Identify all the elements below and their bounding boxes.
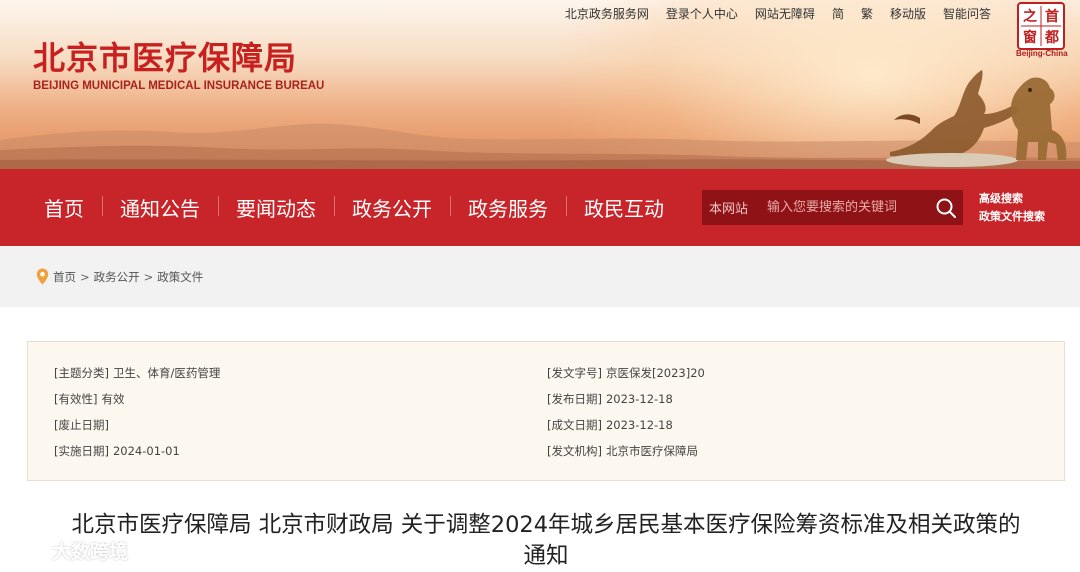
location-pin-icon <box>36 268 49 285</box>
meta-validity: [有效性] 有效 <box>54 391 124 407</box>
top-link-smart-qa[interactable]: 智能问答 <box>943 5 991 22</box>
meta-value: 卫生、体育/医药管理 <box>112 366 221 380</box>
svg-text:首: 首 <box>1045 8 1059 25</box>
advanced-search-links: 高级搜索 政策文件搜索 <box>979 190 1045 226</box>
nav-item-news[interactable]: 要闻动态 <box>218 193 334 222</box>
watermark-text: 大数跨境 <box>52 541 129 563</box>
breadcrumb-bar: 首页 > 政务公开 > 政策文件 <box>0 246 1080 307</box>
document-title: 北京市医疗保障局 北京市财政局 关于调整2024年城乡居民基本医疗保险筹资标准及… <box>27 510 1065 572</box>
meta-label: [发文机构] <box>547 444 602 458</box>
meta-value: 有效 <box>101 392 125 406</box>
breadcrumb: 首页 > 政务公开 > 政策文件 <box>36 268 203 285</box>
meta-label: [成文日期] <box>547 418 602 432</box>
meta-label: [主题分类] <box>54 366 109 380</box>
top-links: 北京政务服务网 登录个人中心 网站无障碍 简 繁 移动版 智能问答 <box>565 5 991 22</box>
breadcrumb-policy-docs[interactable]: 政策文件 <box>157 269 203 285</box>
meta-value: 2023-12-18 <box>605 392 673 406</box>
search-scope-select[interactable]: 本网站 <box>702 198 767 217</box>
meta-label: [废止日期] <box>54 418 109 432</box>
meta-issuer: [发文机构] 北京市医疗保障局 <box>547 443 698 459</box>
nav-item-notices[interactable]: 通知公告 <box>102 193 218 222</box>
document-title-line1: 北京市医疗保障局 北京市财政局 关于调整2024年城乡居民基本医疗保险筹资标准及… <box>71 512 1021 538</box>
site-logo-english: BEIJING MUNICIPAL MEDICAL INSURANCE BURE… <box>33 80 325 92</box>
nav-menu: 首页 通知公告 要闻动态 政务公开 政务服务 政民互动 <box>26 169 682 246</box>
site-search: 本网站 <box>702 190 963 225</box>
top-link-mobile[interactable]: 移动版 <box>890 5 926 22</box>
meta-publish-date: [发布日期] 2023-12-18 <box>547 391 673 407</box>
document-metadata: [主题分类] 卫生、体育/医药管理 [有效性] 有效 [废止日期] [实施日期] 20… <box>27 341 1065 481</box>
svg-text:窗: 窗 <box>1023 29 1037 46</box>
nav-item-gov-affairs[interactable]: 政务公开 <box>334 193 450 222</box>
meta-abolish-date: [废止日期] <box>54 417 113 433</box>
nav-item-interaction[interactable]: 政民互动 <box>566 193 682 222</box>
top-link-gov-service[interactable]: 北京政务服务网 <box>565 5 649 22</box>
svg-text:都: 都 <box>1044 30 1059 46</box>
breadcrumb-gov-affairs[interactable]: 政务公开 <box>94 269 140 285</box>
capital-window-seal-icon[interactable]: 首 都 之 窗 <box>1017 2 1065 52</box>
site-logo[interactable]: 北京市医疗保障局 <box>33 33 297 79</box>
top-link-simplified[interactable]: 简 <box>832 5 844 22</box>
meta-label: [发文字号] <box>547 366 602 380</box>
search-icon[interactable] <box>935 197 957 219</box>
meta-topic: [主题分类] 卫生、体育/医药管理 <box>54 365 220 381</box>
top-link-traditional[interactable]: 繁 <box>861 5 873 22</box>
meta-value: 北京市医疗保障局 <box>605 444 698 458</box>
header-banner: 北京市医疗保障局 BEIJING MUNICIPAL MEDICAL INSUR… <box>0 0 1080 169</box>
nav-item-home[interactable]: 首页 <box>26 193 102 222</box>
bronze-statues-icon <box>886 70 1067 167</box>
nav-item-gov-services[interactable]: 政务服务 <box>450 193 566 222</box>
document-title-line2: 通知 <box>523 543 569 569</box>
top-link-accessibility[interactable]: 网站无障碍 <box>755 5 815 22</box>
breadcrumb-separator: > <box>143 269 154 284</box>
meta-written-date: [成文日期] 2023-12-18 <box>547 417 673 433</box>
search-input[interactable] <box>767 200 927 215</box>
advanced-search-link[interactable]: 高级搜索 <box>979 190 1045 208</box>
meta-effective-date: [实施日期] 2024-01-01 <box>54 443 180 459</box>
meta-value: 京医保发[2023]20 <box>605 366 705 380</box>
meta-label: [实施日期] <box>54 444 109 458</box>
watermark: 大数跨境 <box>6 537 128 564</box>
meta-label: [发布日期] <box>547 392 602 406</box>
meta-value: 2023-12-18 <box>605 418 673 432</box>
meta-label: [有效性] <box>54 392 98 406</box>
seal-caption: Beijing-China <box>1016 49 1068 58</box>
breadcrumb-home[interactable]: 首页 <box>53 269 76 285</box>
breadcrumb-separator: > <box>80 269 90 284</box>
weibo-logo-icon <box>7 543 46 561</box>
meta-value: 2024-01-01 <box>112 444 180 458</box>
meta-doc-number: [发文字号] 京医保发[2023]20 <box>547 365 705 381</box>
top-link-login[interactable]: 登录个人中心 <box>666 5 738 22</box>
svg-text:之: 之 <box>1023 8 1037 25</box>
policy-search-link[interactable]: 政策文件搜索 <box>979 208 1045 226</box>
